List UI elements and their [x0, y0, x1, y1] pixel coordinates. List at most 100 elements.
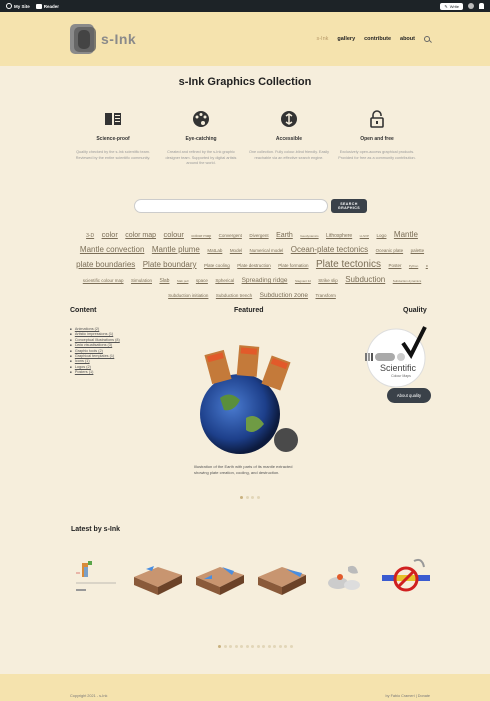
tag-link[interactable]: Mantle convection — [80, 245, 144, 255]
content-category-link[interactable]: Animations (2) — [75, 327, 99, 331]
tag-link[interactable]: Strike slip — [318, 276, 338, 286]
carousel-dot[interactable] — [234, 645, 238, 648]
reader-link[interactable]: Reader — [35, 3, 59, 9]
tag-link[interactable]: Subduction trench — [216, 291, 252, 301]
tag-link[interactable]: plate boundaries — [76, 260, 135, 270]
tag-link[interactable]: Transform — [316, 291, 336, 301]
featured-earth-image[interactable] — [190, 338, 300, 456]
tag-link[interactable]: color — [102, 230, 118, 240]
tag-link[interactable]: scientific colour map — [83, 276, 124, 286]
carousel-dot[interactable] — [229, 645, 232, 648]
content-category-link[interactable]: Graphic tools (2) — [75, 349, 103, 353]
carousel-dot[interactable] — [245, 496, 249, 499]
tag-link[interactable]: Plate tectonics — [316, 260, 381, 270]
carousel-dot[interactable] — [223, 645, 227, 648]
tag-link[interactable]: Ocean-plate tectonics — [291, 245, 368, 255]
scientific-colour-maps-badge[interactable]: Scientific Colour Maps — [363, 325, 429, 391]
carousel-dot[interactable] — [256, 496, 260, 499]
about-quality-button[interactable]: About quality — [387, 388, 431, 403]
tag-link[interactable]: Python — [409, 261, 418, 271]
unlock-icon — [336, 110, 418, 128]
tag-link[interactable]: Plate destruction — [237, 261, 271, 271]
carousel-dot[interactable] — [218, 645, 221, 648]
search-graphics-button[interactable]: SEARCH GRAPHICS — [331, 199, 367, 213]
tag-link[interactable]: color map — [125, 231, 156, 241]
tag-cloud: 3-D color color map colour colour map Co… — [72, 226, 432, 301]
tag-link[interactable]: palette — [411, 246, 425, 256]
tag-link[interactable]: Model — [230, 246, 242, 256]
content-category-link[interactable]: Logos (2) — [75, 365, 91, 369]
thumbnail-subduction-block-1[interactable] — [132, 553, 184, 601]
user-avatar[interactable] — [468, 3, 474, 9]
tag-link[interactable]: Plate cooling — [204, 261, 230, 271]
tag-link[interactable]: Divergent — [249, 231, 268, 241]
tag-link[interactable]: R — [426, 261, 428, 271]
notifications-icon[interactable] — [479, 3, 484, 9]
tag-link[interactable]: Plate boundary — [143, 260, 197, 270]
carousel-dot[interactable] — [273, 645, 276, 648]
content-category-link[interactable]: Graphical templates (1) — [75, 354, 114, 358]
tag-link[interactable]: Spreading ridge — [242, 276, 288, 286]
tag-link[interactable]: Simulation — [131, 276, 152, 286]
carousel-dot[interactable] — [251, 496, 254, 499]
thumbnail-chart[interactable] — [70, 553, 122, 601]
nav-item-contribute[interactable]: contribute — [364, 36, 391, 42]
carousel-dot[interactable] — [262, 645, 265, 648]
feature-eye-catching: Eye-catching Created and refined by the … — [160, 110, 242, 167]
carousel-dot[interactable] — [245, 645, 249, 648]
tag-link[interactable]: Logo — [376, 231, 386, 241]
carousel-dot[interactable] — [289, 645, 293, 648]
carousel-dot[interactable] — [240, 645, 243, 648]
carousel-dot[interactable] — [284, 645, 287, 648]
tag-link[interactable]: colour — [163, 230, 183, 240]
tag-link[interactable]: Stagnant lid — [295, 276, 311, 286]
tag-link[interactable]: Plate formation — [278, 261, 308, 271]
tag-link[interactable]: Mantle — [394, 230, 418, 240]
content-category-link[interactable]: Conceptual illustrations (8) — [75, 338, 120, 342]
content-category-link[interactable]: Icons (1) — [75, 359, 90, 363]
wordpress-icon — [6, 3, 12, 9]
search-icon[interactable] — [424, 36, 430, 42]
tag-link[interactable]: Convergent — [219, 231, 242, 241]
thumbnail-subduction-block-3[interactable] — [256, 553, 308, 601]
tag-link[interactable]: Subduction initiation — [168, 291, 208, 301]
carousel-dot[interactable] — [251, 645, 254, 648]
thumbnail-3d-icons[interactable] — [318, 553, 370, 601]
carousel-dot[interactable] — [256, 645, 260, 648]
nav-item-gallery[interactable]: gallery — [337, 36, 355, 42]
site-logo[interactable]: s-Ink — [70, 24, 136, 54]
thumbnail-no-rainbow-logo[interactable] — [380, 553, 432, 601]
carousel-dot[interactable] — [240, 496, 243, 499]
thumbnail-subduction-block-2[interactable] — [194, 553, 246, 601]
content-category-link[interactable]: Data visualisations (3) — [75, 343, 112, 347]
tag-link[interactable]: Lithosphere — [326, 231, 352, 241]
nav-item-s-ink[interactable]: s-Ink — [316, 36, 328, 42]
tag-link[interactable]: Subduction dynamics — [393, 276, 422, 286]
write-button[interactable]: ✎ Write — [440, 2, 463, 10]
tag-link[interactable]: 3-D — [86, 231, 94, 241]
content-category-link[interactable]: Artistic impressions (1) — [75, 332, 113, 336]
nav-item-about[interactable]: about — [400, 36, 415, 42]
carousel-dot[interactable] — [267, 645, 271, 648]
tag-link[interactable]: colour map — [191, 231, 211, 241]
tag-link[interactable]: space — [196, 276, 208, 286]
tag-link[interactable]: Earth — [276, 231, 293, 241]
tag-link[interactable]: Subduction — [345, 275, 385, 285]
tag-link[interactable]: Mantle plume — [152, 245, 200, 255]
tag-link[interactable]: Numerical model — [250, 246, 284, 256]
carousel-dot[interactable] — [278, 645, 282, 648]
tag-link[interactable]: Slab pull — [177, 276, 189, 286]
search-input[interactable] — [134, 199, 328, 213]
tag-link[interactable]: Spherical — [215, 276, 234, 286]
footer-credit[interactable]: by Fabio Crameri | Donate — [386, 694, 430, 698]
feature-title: Open and free — [360, 136, 394, 142]
tag-link[interactable]: Poster — [388, 261, 401, 271]
tag-link[interactable]: Subduction zone — [260, 291, 308, 301]
tag-link[interactable]: Geodynamics — [300, 231, 318, 241]
tag-link[interactable]: MatLab — [207, 246, 222, 256]
tag-link[interactable]: LLSVP — [360, 231, 369, 241]
tag-link[interactable]: Oceanic plate — [376, 246, 404, 256]
my-site-link[interactable]: My Site — [6, 3, 30, 9]
tag-link[interactable]: Slab — [159, 276, 169, 286]
content-category-link[interactable]: Posters (1) — [75, 370, 94, 374]
